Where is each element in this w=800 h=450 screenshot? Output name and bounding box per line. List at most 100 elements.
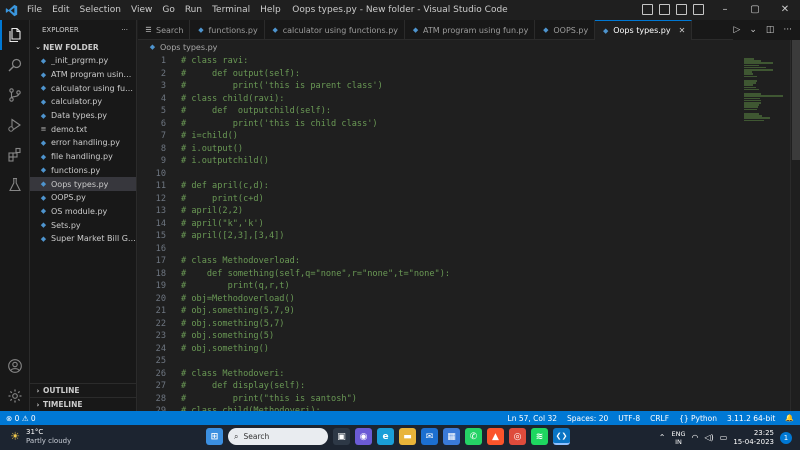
scrollbar-thumb[interactable]	[792, 40, 800, 160]
code-line: 16	[138, 243, 738, 256]
chrome-icon[interactable]: ◎	[509, 428, 526, 445]
run-file-button[interactable]: ▷	[733, 25, 740, 35]
whatsapp-icon[interactable]: ✆	[465, 428, 482, 445]
file-tree-item[interactable]: ◆ file handling.py	[30, 150, 136, 164]
menu-item-run[interactable]: Run	[180, 0, 207, 20]
folder-header[interactable]: ⌄ NEW FOLDER	[30, 40, 136, 54]
timeline-section[interactable]: › TIMELINE	[30, 397, 136, 411]
menu-item-file[interactable]: File	[22, 0, 47, 20]
run-debug-icon[interactable]	[0, 110, 30, 140]
line-number: 5	[160, 106, 166, 116]
file-explorer-icon[interactable]: ▬	[399, 428, 416, 445]
taskbar-search-box[interactable]: ⌕ Search	[228, 428, 328, 445]
explorer-more-actions-button[interactable]: ···	[121, 26, 128, 34]
notification-badge[interactable]: 1	[780, 431, 792, 444]
file-tree-item[interactable]: ◆ error handling.py	[30, 136, 136, 150]
file-tree-item[interactable]: ◆ calculator using functi...	[30, 81, 136, 95]
customize-layout-icon[interactable]	[693, 4, 704, 15]
code-editor[interactable]: 1 # class ravi: 2 # def output(self): 3 # pri…	[138, 54, 738, 411]
python-file-icon: ◆	[40, 70, 47, 79]
line-number: 28	[155, 393, 166, 404]
code-line: 28 # print("this is santosh")	[138, 393, 738, 406]
toggle-secondary-sidebar-icon[interactable]	[676, 4, 687, 15]
toggle-primary-sidebar-icon[interactable]	[642, 4, 653, 15]
menu-item-view[interactable]: View	[126, 0, 157, 20]
menu-item-terminal[interactable]: Terminal	[207, 0, 255, 20]
file-tree-item[interactable]: ◆ Oops types.py	[30, 177, 136, 191]
settings-gear-icon[interactable]	[0, 381, 30, 411]
eol-status[interactable]: CRLF	[650, 414, 669, 423]
file-tree-item[interactable]: ◆ Super Market Bill Gen...	[30, 232, 136, 246]
toggle-panel-icon[interactable]	[659, 4, 670, 15]
editor-scrollbar[interactable]	[790, 40, 800, 411]
menu-item-go[interactable]: Go	[157, 0, 179, 20]
files-icon[interactable]	[0, 20, 30, 50]
mail-icon[interactable]: ✉	[421, 428, 438, 445]
chat-icon[interactable]: ◉	[355, 428, 372, 445]
menu-item-help[interactable]: Help	[255, 0, 286, 20]
testing-icon[interactable]	[0, 170, 30, 200]
activity-bar	[0, 20, 30, 411]
file-tree-item[interactable]: ◆ Sets.py	[30, 218, 136, 232]
wifi-icon[interactable]: ◠	[691, 433, 698, 442]
menu-item-selection[interactable]: Selection	[75, 0, 126, 20]
close-window-button[interactable]: ✕	[770, 0, 800, 20]
cursor-position-status[interactable]: Ln 57, Col 32	[508, 414, 557, 423]
run-options-chevron-icon[interactable]: ⌄	[749, 25, 757, 35]
python-interpreter-status[interactable]: 3.11.2 64-bit	[727, 414, 775, 423]
battery-icon[interactable]: ▭	[720, 433, 728, 442]
vscode-icon[interactable]: ❮❯	[553, 428, 570, 445]
tab-atm-program-using-fun-py[interactable]: ◆ ATM program using fun.py	[405, 20, 536, 40]
clock[interactable]: 23:25 15-04-2023	[733, 429, 774, 447]
file-tree-item[interactable]: ◆ OOPS.py	[30, 191, 136, 205]
breadcrumb[interactable]: ◆ Oops types.py	[138, 40, 738, 54]
close-tab-icon[interactable]: ✕	[679, 26, 686, 35]
edge-icon[interactable]: e	[377, 428, 394, 445]
menu-item-edit[interactable]: Edit	[47, 0, 74, 20]
file-tree-item[interactable]: ≡ demo.txt	[30, 122, 136, 136]
input-language[interactable]: ENG IN	[671, 430, 685, 446]
minimap[interactable]	[738, 40, 790, 411]
vscode-logo-icon[interactable]	[0, 0, 22, 20]
system-tray: ⌃ ENG IN ◠ ◁) ▭ 23:25 15-04-2023 1	[659, 425, 800, 450]
notifications-bell-icon[interactable]: 🔔	[785, 414, 794, 422]
search-icon[interactable]	[0, 50, 30, 80]
brave-icon[interactable]: ▲	[487, 428, 504, 445]
windows-start-icon[interactable]: ⊞	[206, 428, 223, 445]
extensions-icon[interactable]	[0, 140, 30, 170]
tab-search[interactable]: ☰ Search	[138, 20, 191, 40]
indentation-status[interactable]: Spaces: 20	[567, 414, 608, 423]
file-tree-item[interactable]: ◆ functions.py	[30, 164, 136, 178]
file-tree-item[interactable]: ◆ Data types.py	[30, 109, 136, 123]
minimize-button[interactable]: –	[710, 0, 740, 20]
tab-oops-py[interactable]: ◆ OOPS.py	[535, 20, 596, 40]
problems-status[interactable]: ⊗ 0 ⚠ 0	[6, 414, 36, 423]
outline-section[interactable]: › OUTLINE	[30, 383, 136, 397]
volume-icon[interactable]: ◁)	[704, 433, 713, 442]
account-icon[interactable]	[0, 351, 30, 381]
language-mode-status[interactable]: {} Python	[679, 414, 717, 423]
code-text: # print("this is santosh")	[181, 393, 357, 404]
file-tree-item[interactable]: ◆ _init_prgrm.py	[30, 54, 136, 68]
code-line: 19 # print(q,r,t)	[138, 280, 738, 293]
more-actions-button[interactable]: ···	[783, 25, 792, 35]
code-text: # obj.something()	[181, 343, 269, 354]
encoding-status[interactable]: UTF-8	[618, 414, 640, 423]
source-control-icon[interactable]	[0, 80, 30, 110]
weather-widget[interactable]: ☀ 31°C Partly cloudy	[8, 428, 71, 445]
spotify-icon[interactable]: ≋	[531, 428, 548, 445]
explorer-title: EXPLORER	[42, 26, 79, 34]
tab-functions-py[interactable]: ◆ functions.py	[190, 20, 265, 40]
file-tree-item[interactable]: ◆ calculator.py	[30, 95, 136, 109]
tab-oops-types-py[interactable]: ◆ Oops types.py ✕	[595, 20, 693, 40]
show-hidden-icons-chevron-icon[interactable]: ⌃	[659, 433, 666, 442]
file-tree-item[interactable]: ◆ ATM program using f...	[30, 68, 136, 82]
line-number: 18	[155, 268, 166, 279]
tab-calculator-using-functions-py[interactable]: ◆ calculator using functions.py	[265, 20, 406, 40]
maximize-button[interactable]: ▢	[740, 0, 770, 20]
store-icon[interactable]: ▦	[443, 428, 460, 445]
taskview-icon[interactable]: ▣	[333, 428, 350, 445]
split-editor-button[interactable]: ◫	[766, 25, 775, 35]
file-tree-item[interactable]: ◆ OS module.py	[30, 205, 136, 219]
status-bar: ⊗ 0 ⚠ 0 Ln 57, Col 32 Spaces: 20 UTF-8 C…	[0, 411, 800, 425]
